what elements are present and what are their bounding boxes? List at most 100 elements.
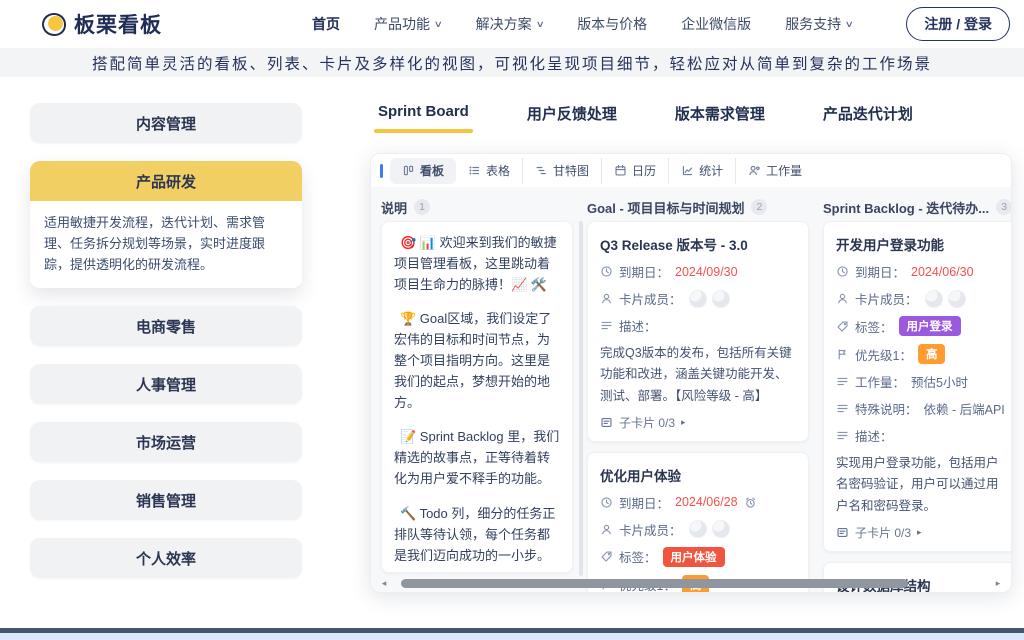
- view-甘特图[interactable]: 甘特图: [522, 158, 601, 184]
- alarm-icon: [744, 496, 757, 509]
- nav-links: 首页 产品功能∨ 解决方案∨ 版本与价格 企业微信版 服务支持∨: [312, 14, 853, 34]
- subcard-icon: [600, 416, 613, 429]
- content: 内容管理产品研发适用敏捷开发流程，迭代计划、需求管理、任务拆分规划等场景，实时进…: [0, 77, 1024, 596]
- desc-icon: [600, 319, 613, 332]
- kanban-card[interactable]: 优化用户体验到期日：2024/06/28卡片成员：标签：用户体验优先级1：高描述…: [587, 452, 809, 592]
- scroll-right-arrow-icon[interactable]: ▸: [993, 578, 1003, 589]
- active-view-accent-bar: [380, 164, 383, 178]
- user-icon: [836, 292, 849, 305]
- avatar: [689, 290, 707, 308]
- subcards-footer[interactable]: 子卡片 0/3▸: [836, 524, 1008, 541]
- meta-label: 特殊说明：: [855, 399, 918, 418]
- logo[interactable]: 板栗看板: [42, 9, 162, 39]
- nav-item-企业微信版[interactable]: 企业微信版: [681, 14, 751, 34]
- sidebar-item[interactable]: 市场运营: [30, 422, 302, 462]
- kanban-card[interactable]: 开发用户登录功能到期日：2024/06/30卡片成员：标签：用户登录优先级1：高…: [823, 221, 1011, 552]
- expand-arrow-icon: ▸: [917, 527, 922, 538]
- nav-item-服务支持[interactable]: 服务支持∨: [785, 14, 853, 34]
- desc-icon: [836, 429, 849, 442]
- avatar: [948, 290, 966, 308]
- meta-label: 标签：: [619, 547, 657, 566]
- kanban-card[interactable]: Q3 Release 版本号 - 3.0到期日：2024/09/30卡片成员：描…: [587, 221, 809, 442]
- sidebar-item[interactable]: 人事管理: [30, 364, 302, 404]
- gantt-icon: [535, 164, 548, 177]
- meta-label: 到期日：: [619, 493, 669, 512]
- view-label: 日历: [632, 162, 656, 179]
- clock-icon: [600, 265, 613, 278]
- scrollbar-track[interactable]: [389, 579, 993, 588]
- kanban-card[interactable]: 🎯 📊 欢迎来到我们的敏捷项目管理看板，这里跳动着项目生命力的脉搏！📈 🛠️🏆 …: [381, 221, 573, 573]
- nav-item-解决方案[interactable]: 解决方案∨: [476, 14, 544, 34]
- view-日历[interactable]: 日历: [601, 158, 668, 184]
- card-paragraph: 🎯 📊 欢迎来到我们的敏捷项目管理看板，这里跳动着项目生命力的脉搏！📈 🛠️: [394, 232, 560, 295]
- user-icon: [600, 292, 613, 305]
- card-meta-row: 工作量：预估5小时: [836, 372, 1008, 391]
- subcards-footer[interactable]: 子卡片 0/3▸: [600, 414, 796, 431]
- horizontal-scrollbar[interactable]: ◂ ▸: [379, 578, 1003, 589]
- card-description: 完成Q3版本的发布，包括所有关键功能和改进，涵盖关键功能开发、测试、部署。【风险…: [600, 343, 796, 407]
- workload-icon: [748, 164, 761, 177]
- meta-label: 到期日：: [855, 262, 905, 281]
- nav-item-label: 首页: [312, 14, 340, 34]
- sidebar-item[interactable]: 个人效率: [30, 538, 302, 578]
- scroll-left-arrow-icon[interactable]: ◂: [379, 578, 389, 589]
- card-meta-row: 到期日：2024/06/28: [600, 493, 796, 512]
- avatar: [712, 520, 730, 538]
- due-date-value: 2024/06/30: [911, 265, 974, 279]
- card-paragraph: 📝 Sprint Backlog 里，我们精选的故事点，正等待着转化为用户爱不释…: [394, 426, 560, 489]
- card-meta-row: 描述：: [600, 316, 796, 335]
- tab-Sprint Board[interactable]: Sprint Board: [378, 103, 469, 133]
- card-paragraph: 🔨 Todo 列，细分的任务正排队等待认领，每个任务都是我们迈向成功的一小步。: [394, 503, 560, 566]
- scrollbar-thumb[interactable]: [401, 579, 908, 588]
- view-看板[interactable]: 看板: [390, 158, 456, 184]
- sidebar-item-description: 适用敏捷开发流程，迭代计划、需求管理、任务拆分规划等场景，实时进度跟踪，提供透明…: [30, 201, 302, 288]
- card-meta-row: 优先级1：高: [836, 344, 1008, 364]
- signup-login-button[interactable]: 注册 / 登录: [906, 7, 1010, 41]
- logo-text: 板栗看板: [74, 9, 162, 39]
- meta-label: 卡片成员：: [855, 289, 918, 308]
- tab-用户反馈处理[interactable]: 用户反馈处理: [527, 103, 617, 133]
- due-date-value: 2024/09/30: [675, 265, 738, 279]
- column-count-badge: 1: [414, 199, 430, 215]
- hero-strip: 搭配简单灵活的看板、列表、卡片及多样化的视图，可视化呈现项目细节，轻松应对从简单…: [0, 48, 1024, 77]
- view-switcher: 看板表格 甘特图 日历统计工作量: [390, 158, 814, 184]
- board-column: Sprint Backlog - 迭代待办...3开发用户登录功能到期日：202…: [823, 195, 1011, 592]
- tab-产品迭代计划[interactable]: 产品迭代计划: [823, 103, 913, 133]
- meta-label: 描述：: [855, 426, 893, 445]
- nav-item-首页[interactable]: 首页: [312, 14, 340, 34]
- top-navbar: 板栗看板 首页 产品功能∨ 解决方案∨ 版本与价格 企业微信版 服务支持∨ 注册 / 登录: [0, 0, 1024, 48]
- subcard-icon: [836, 526, 849, 539]
- card-meta-row: 到期日： 2024/09/30: [600, 262, 796, 281]
- view-统计[interactable]: 统计: [668, 158, 735, 184]
- meta-value: 预估5小时: [911, 372, 968, 391]
- meta-label: 描述：: [619, 316, 657, 335]
- view-工作量[interactable]: 工作量: [735, 158, 814, 184]
- view-表格[interactable]: 表格: [456, 158, 522, 184]
- card-meta-row: 特殊说明：依赖 - 后端API: [836, 399, 1008, 418]
- view-label: 看板: [420, 162, 444, 179]
- avatar: [925, 290, 943, 308]
- column-count-badge: 3: [996, 199, 1011, 215]
- nav-item-产品功能[interactable]: 产品功能∨: [374, 14, 442, 34]
- card-title: Q3 Release 版本号 - 3.0: [600, 234, 796, 254]
- meta-label: 卡片成员：: [619, 520, 682, 539]
- meta-label: 到期日：: [619, 262, 669, 281]
- kanban-board: 看板表格甘特图日历统计工作量 说明1🎯 📊 欢迎来到我们的敏捷项目管理看板，这里…: [370, 153, 1012, 593]
- tab-版本需求管理[interactable]: 版本需求管理: [675, 103, 765, 133]
- tag-icon: [600, 550, 613, 563]
- member-avatars: [689, 290, 730, 308]
- calendar-icon: [614, 164, 627, 177]
- view-label: 甘特图: [553, 162, 589, 179]
- nav-item-版本与价格[interactable]: 版本与价格: [577, 14, 647, 34]
- desc-icon: [836, 375, 849, 388]
- scenario-sidebar: 内容管理产品研发适用敏捷开发流程，迭代计划、需求管理、任务拆分规划等场景，实时进…: [30, 103, 302, 596]
- sidebar-item-active[interactable]: 产品研发适用敏捷开发流程，迭代计划、需求管理、任务拆分规划等场景，实时进度跟踪，…: [30, 161, 302, 288]
- sidebar-item[interactable]: 电商零售: [30, 306, 302, 346]
- avatar: [689, 520, 707, 538]
- sidebar-item[interactable]: 销售管理: [30, 480, 302, 520]
- sidebar-item[interactable]: 内容管理: [30, 103, 302, 143]
- avatar: [712, 290, 730, 308]
- hero-subtitle: 搭配简单灵活的看板、列表、卡片及多样化的视图，可视化呈现项目细节，轻松应对从简单…: [92, 52, 932, 74]
- main-panel: Sprint Board 用户反馈处理 版本需求管理 产品迭代计划 看板表格 甘特图 日历…: [360, 103, 1024, 596]
- column-vertical-scrollbar[interactable]: [579, 221, 583, 576]
